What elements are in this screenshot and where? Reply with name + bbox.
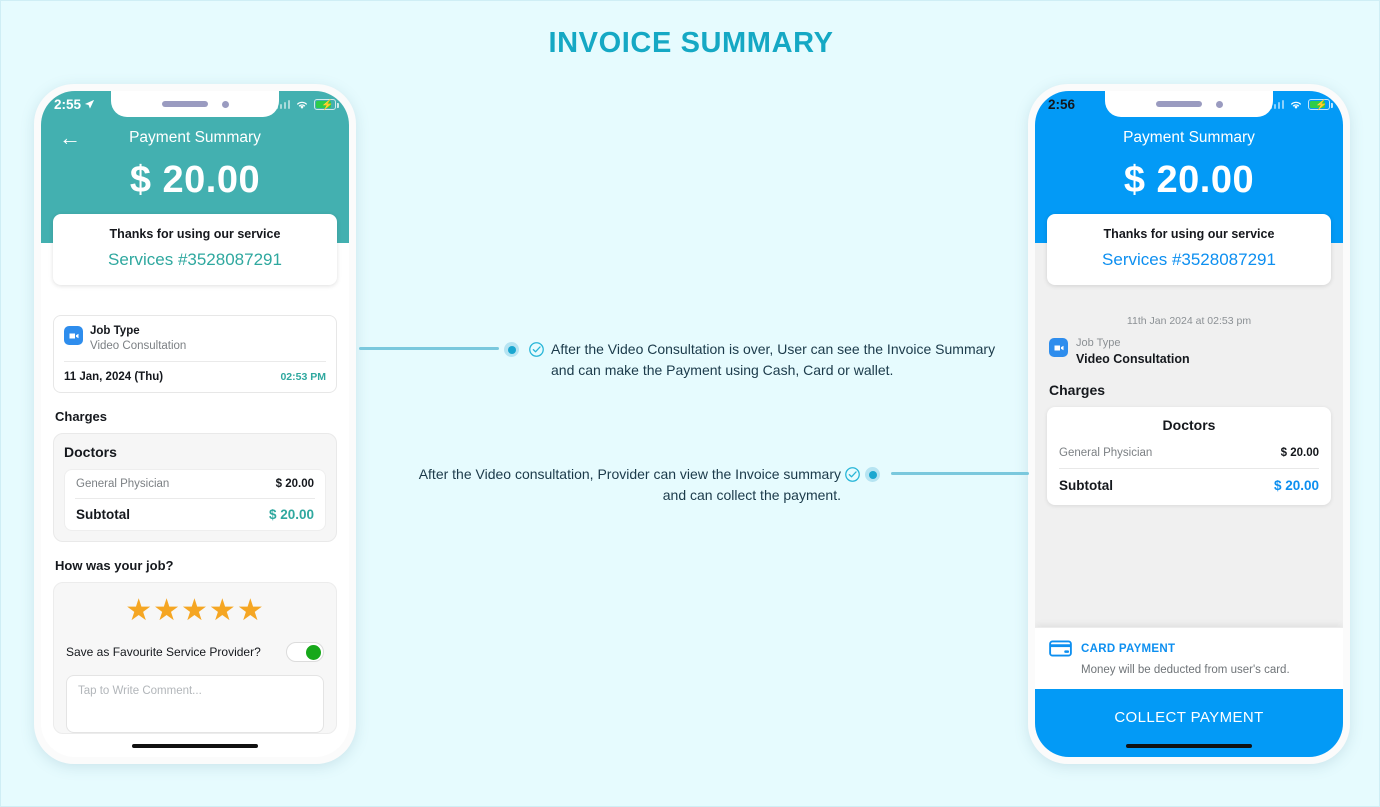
status-bar-time-group: 2:56 (1048, 97, 1075, 112)
subtotal-amount: $ 20.00 (1273, 478, 1319, 494)
card-payment-title: CARD PAYMENT (1081, 642, 1176, 655)
annotation-user-line-1: After the Video Consultation is over, Us… (551, 341, 996, 357)
speaker-grille-icon (1155, 101, 1202, 107)
provider-nav-row: Payment Summary (1035, 125, 1343, 151)
wifi-icon (1291, 101, 1301, 109)
charge-amount: $ 20.00 (1280, 447, 1319, 460)
favourite-provider-label: Save as Favourite Service Provider? (66, 645, 261, 660)
battery-charging-icon: ⚡ (1308, 98, 1333, 111)
user-nav-row: ← Payment Summary (41, 125, 349, 151)
charges-group-title: Doctors (64, 444, 117, 461)
wifi-icon (297, 101, 307, 109)
home-indicator (1126, 743, 1252, 748)
phone-notch (1105, 91, 1273, 117)
divider (1059, 468, 1319, 470)
rating-question: How was your job? (55, 558, 174, 574)
status-bar-time: 2:56 (1048, 96, 1076, 112)
user-charges-card: Doctors General Physician $ 20.00 Subtot… (53, 433, 337, 543)
job-date: 11 Jan, 2024 (Thu) (64, 371, 164, 384)
subtotal-label: Subtotal (76, 507, 130, 523)
comment-input[interactable]: Tap to Write Comment... (66, 675, 324, 734)
subtotal-row: Subtotal $ 20.00 (1047, 472, 1331, 499)
front-camera-icon (221, 100, 229, 108)
charges-rows: General Physician $ 20.00 Subtotal $ 20.… (64, 469, 326, 532)
job-type-value: Video Consultation (1076, 352, 1190, 367)
provider-phone-mockup: 2:56 ⚡ Payment Summary $ 20.00 Thanks fo… (1028, 84, 1350, 764)
annotation-provider-flow: After the Video consultation, Provider c… (391, 464, 860, 506)
annotation-user-flow: After the Video Consultation is over, Us… (529, 339, 1001, 381)
connector-dot-provider (865, 467, 880, 482)
provider-phone-screen: 2:56 ⚡ Payment Summary $ 20.00 Thanks fo… (1035, 91, 1343, 757)
front-camera-icon (1215, 100, 1223, 108)
user-body: Job Type Video Consultation 11 Jan, 2024… (41, 243, 349, 749)
thanks-heading: Thanks for using our service (1103, 227, 1275, 241)
user-job-card: Job Type Video Consultation 11 Jan, 2024… (53, 315, 337, 394)
user-total-amount: $ 20.00 (129, 159, 261, 201)
subtotal-label: Subtotal (1059, 478, 1113, 494)
user-screen-title: Payment Summary (129, 129, 261, 146)
charge-amount: $ 20.00 (275, 478, 314, 491)
annotation-user-line-2: and can make the Payment using Cash, Car… (551, 362, 894, 378)
charges-group-title: Doctors (1162, 417, 1216, 434)
status-bar-indicators: ⚡ (1269, 98, 1333, 111)
favourite-provider-toggle[interactable] (286, 642, 324, 663)
user-phone-screen: 2:55 ⚡ ← Payment Summary $ 20.00 Thanks … (41, 91, 349, 757)
annotation-provider-line-1: After the Video consultation, Provider c… (418, 466, 841, 482)
star-rating[interactable]: ★★★★★ (66, 596, 324, 626)
connector-dot-user (504, 342, 519, 357)
status-bar-time-group: 2:55 (54, 97, 95, 112)
phone-notch (111, 91, 279, 117)
card-payment-subtitle: Money will be deducted from user's card. (1081, 664, 1290, 676)
connector-line-provider (891, 472, 1029, 475)
charge-name: General Physician (1059, 447, 1153, 460)
service-id: Services #3528087291 (108, 250, 282, 269)
annotation-provider-line-2: and can collect the payment. (662, 487, 841, 503)
job-type-label: Job Type (90, 325, 140, 337)
status-bar-time: 2:55 (54, 96, 82, 112)
home-indicator (132, 743, 258, 748)
navigation-arrow-icon (84, 99, 95, 109)
status-bar-indicators: ⚡ (275, 98, 339, 111)
invoice-summary-page: INVOICE SUMMARY 2:55 ⚡ ← Payment Summary… (0, 0, 1380, 807)
thanks-heading: Thanks for using our service (109, 227, 281, 241)
charge-name: General Physician (76, 478, 170, 491)
user-phone-mockup: 2:55 ⚡ ← Payment Summary $ 20.00 Thanks … (34, 84, 356, 764)
charges-section-title: Charges (1049, 382, 1106, 399)
toggle-knob (306, 645, 321, 661)
provider-thanks-card: Thanks for using our service Services #3… (1047, 214, 1331, 285)
job-type-row: Job Type Video Consultation (54, 316, 336, 361)
card-payment-card: CARD PAYMENT Money will be deducted from… (1035, 627, 1343, 689)
check-circle-icon (845, 467, 860, 482)
provider-total-amount: $ 20.00 (1123, 159, 1255, 201)
page-title: INVOICE SUMMARY (548, 27, 834, 59)
video-camera-icon (64, 326, 83, 345)
provider-charges-card: Doctors General Physician $ 20.00 Subtot… (1047, 407, 1331, 506)
speaker-grille-icon (161, 101, 208, 107)
credit-card-icon (1049, 640, 1072, 657)
favourite-provider-row: Save as Favourite Service Provider? (66, 642, 324, 663)
provider-job-type-row: Job Type Video Consultation (1035, 337, 1343, 366)
battery-charging-icon: ⚡ (314, 98, 339, 111)
connector-line-user (359, 347, 499, 350)
video-camera-icon (1049, 338, 1068, 357)
job-type-label: Job Type (1076, 337, 1121, 349)
charge-row: General Physician $ 20.00 (65, 470, 325, 498)
subtotal-amount: $ 20.00 (268, 507, 314, 523)
provider-screen-title: Payment Summary (1123, 129, 1255, 146)
user-rating-card: ★★★★★ Save as Favourite Service Provider… (53, 582, 337, 735)
check-circle-icon (529, 342, 544, 357)
charge-row: General Physician $ 20.00 (1047, 441, 1331, 465)
charges-section-title: Charges (55, 409, 108, 425)
service-id: Services #3528087291 (1102, 250, 1276, 269)
subtotal-row: Subtotal $ 20.00 (65, 499, 325, 530)
invoice-datetime: 11th Jan 2024 at 02:53 pm (1126, 315, 1252, 327)
card-payment-header: CARD PAYMENT (1049, 640, 1329, 657)
job-type-value: Video Consultation (90, 340, 187, 353)
job-time: 02:53 PM (280, 371, 326, 384)
user-thanks-card: Thanks for using our service Services #3… (53, 214, 337, 285)
job-date-row: 11 Jan, 2024 (Thu) 02:53 PM (54, 362, 336, 392)
